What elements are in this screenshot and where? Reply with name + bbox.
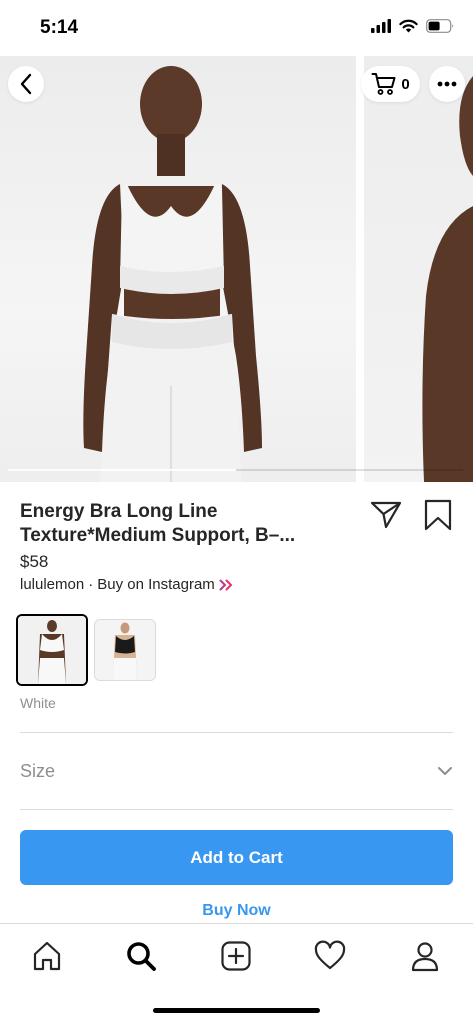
more-horizontal-icon: [437, 81, 457, 87]
status-bar: 5:14: [0, 0, 473, 56]
product-price: $58: [20, 552, 49, 571]
gallery-progress-bar: [8, 469, 463, 471]
size-dropdown[interactable]: Size: [20, 748, 453, 794]
wifi-icon: [399, 19, 418, 33]
bookmark-icon: [424, 499, 452, 531]
add-to-cart-button[interactable]: Add to Cart: [20, 830, 453, 885]
save-button[interactable]: [423, 499, 453, 531]
tab-activity[interactable]: [310, 936, 350, 976]
status-time: 5:14: [40, 17, 79, 38]
cart-count: 0: [401, 75, 410, 93]
tab-create-post[interactable]: [216, 936, 256, 976]
cellular-signal-icon: [371, 19, 391, 33]
chevron-left-icon: [20, 73, 32, 95]
activity-heart-icon: [314, 940, 346, 970]
paper-plane-icon: [370, 501, 402, 529]
buy-source[interactable]: Buy on Instagram: [97, 576, 215, 593]
product-image-gallery[interactable]: [0, 56, 473, 482]
selected-variant-label: White: [20, 695, 56, 711]
size-label: Size: [20, 760, 56, 781]
search-icon: [127, 942, 156, 971]
tab-home[interactable]: [27, 936, 67, 976]
variant-selector: [16, 614, 156, 686]
model-figure-white: [83, 66, 262, 482]
seller-separator: ·: [88, 576, 94, 593]
shopping-cart-icon: [371, 73, 396, 95]
seller-line[interactable]: lululemon · Buy on Instagram: [20, 576, 233, 593]
product-photo-main[interactable]: [0, 56, 356, 482]
variant-thumb-black[interactable]: [94, 619, 156, 681]
tab-profile[interactable]: [405, 936, 445, 976]
gallery-progress-fill: [8, 469, 236, 471]
cart-button[interactable]: 0: [361, 66, 420, 102]
variant-thumb-white[interactable]: [16, 614, 88, 686]
product-title: Energy Bra Long Line Texture*Medium Supp…: [20, 501, 296, 546]
home-icon: [33, 941, 61, 971]
back-button[interactable]: [8, 66, 44, 102]
status-icons: [371, 19, 455, 33]
seller-name[interactable]: lululemon: [20, 576, 84, 593]
create-post-icon: [221, 941, 251, 971]
variant-image-white: [18, 616, 86, 684]
divider: [20, 809, 453, 810]
more-options-button[interactable]: [429, 66, 465, 102]
model-figure-side: [422, 76, 473, 482]
home-indicator: [153, 1008, 320, 1013]
product-photo-next[interactable]: [364, 56, 473, 482]
double-chevron-right-icon: [219, 579, 233, 590]
share-button[interactable]: [370, 500, 402, 530]
profile-icon: [411, 942, 439, 972]
divider: [20, 732, 453, 733]
buy-now-button[interactable]: Buy Now: [0, 902, 473, 920]
variant-image-black: [95, 620, 155, 680]
tab-search[interactable]: [121, 936, 161, 976]
chevron-down-icon: [438, 767, 452, 775]
battery-icon: [426, 19, 454, 33]
